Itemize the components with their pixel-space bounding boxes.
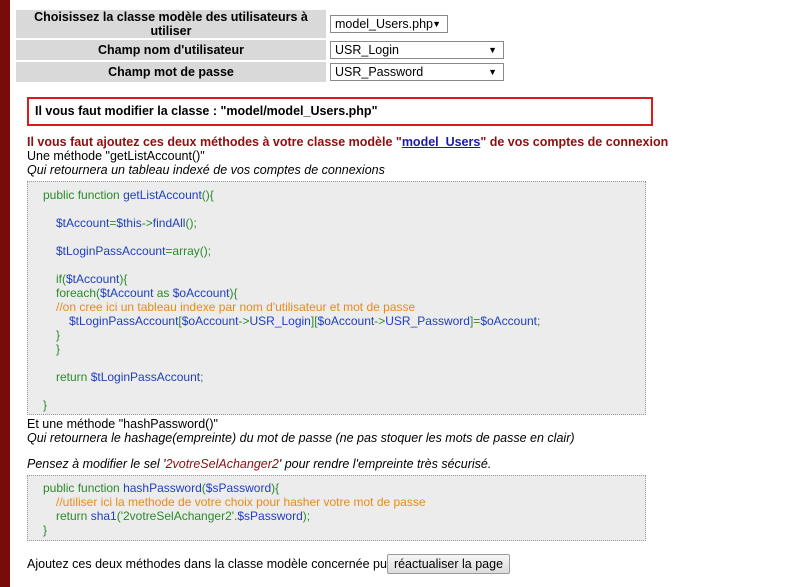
page: Choisissez la classe modèle des utilisat… — [10, 0, 802, 587]
method1-description: Qui retournera un tableau indexé de vos … — [27, 163, 385, 177]
method2-title: Et une méthode "hashPassword()" — [27, 417, 218, 431]
warning-text: Il vous faut ajoutez ces deux méthodes à… — [27, 135, 669, 149]
password-field-select[interactable]: USR_Password ▼ — [330, 63, 504, 81]
alert-text: Il vous faut modifier la classe : "model… — [35, 104, 378, 118]
model-class-select[interactable]: model_Users.php ▼ — [330, 15, 448, 33]
code-comment: //utiliser ici la methode de votre choix… — [56, 495, 426, 509]
alert-box: Il vous faut modifier la classe : "model… — [27, 97, 653, 126]
footer-text: Ajoutez ces deux méthodes dans la classe… — [27, 557, 396, 571]
code-block-hashpassword: public function hashPassword($sPassword)… — [27, 475, 646, 541]
chevron-down-icon: ▼ — [488, 45, 497, 55]
code-line: $tLoginPassAccount=array(); — [56, 244, 212, 258]
code-comment: //on cree ici un tableau indexe par nom … — [56, 300, 416, 314]
code-line: $tAccount=$this->findAll(); — [56, 216, 197, 230]
code-line: if($tAccount){ — [56, 272, 128, 286]
code-block-getlistaccount: public function getListAccount(){ $tAcco… — [27, 181, 646, 415]
config-table: Choisissez la classe modèle des utilisat… — [14, 8, 506, 84]
code-line: return $tLoginPassAccount; — [56, 370, 204, 384]
code-line: foreach($tAccount as $oAccount){ — [56, 286, 238, 300]
chevron-down-icon: ▼ — [432, 19, 441, 29]
code-line: public function hashPassword($sPassword)… — [43, 481, 280, 495]
login-field-select[interactable]: USR_Login ▼ — [330, 41, 504, 59]
code-line: public function getListAccount(){ — [43, 188, 214, 202]
config-row-login: Champ nom d'utilisateur USR_Login ▼ — [16, 40, 504, 60]
code-line: } — [43, 523, 48, 537]
code-line: } — [43, 398, 48, 412]
method2-description: Qui retournera le hashage(empreinte) du … — [27, 431, 575, 445]
config-row-password: Champ mot de passe USR_Password ▼ — [16, 62, 504, 82]
login-field-label: Champ nom d'utilisateur — [16, 40, 326, 60]
code-line: $tLoginPassAccount[$oAccount->USR_Login]… — [69, 314, 541, 328]
code-line: } — [56, 342, 61, 356]
model-users-link[interactable]: model_Users — [402, 135, 481, 149]
code-line: return sha1('2votreSelAchanger2'.$sPassw… — [56, 509, 311, 523]
refresh-page-button[interactable]: réactualiser la page — [387, 554, 510, 574]
chevron-down-icon: ▼ — [488, 67, 497, 77]
code-line: } — [56, 328, 61, 342]
method1-title: Une méthode "getListAccount()" — [27, 149, 205, 163]
password-field-label: Champ mot de passe — [16, 62, 326, 82]
salt-value: 2votreSelAchanger2 — [165, 457, 279, 471]
config-row-model: Choisissez la classe modèle des utilisat… — [16, 10, 504, 38]
salt-note: Pensez à modifier le sel '2votreSelAchan… — [27, 457, 492, 471]
model-class-label: Choisissez la classe modèle des utilisat… — [16, 10, 326, 38]
